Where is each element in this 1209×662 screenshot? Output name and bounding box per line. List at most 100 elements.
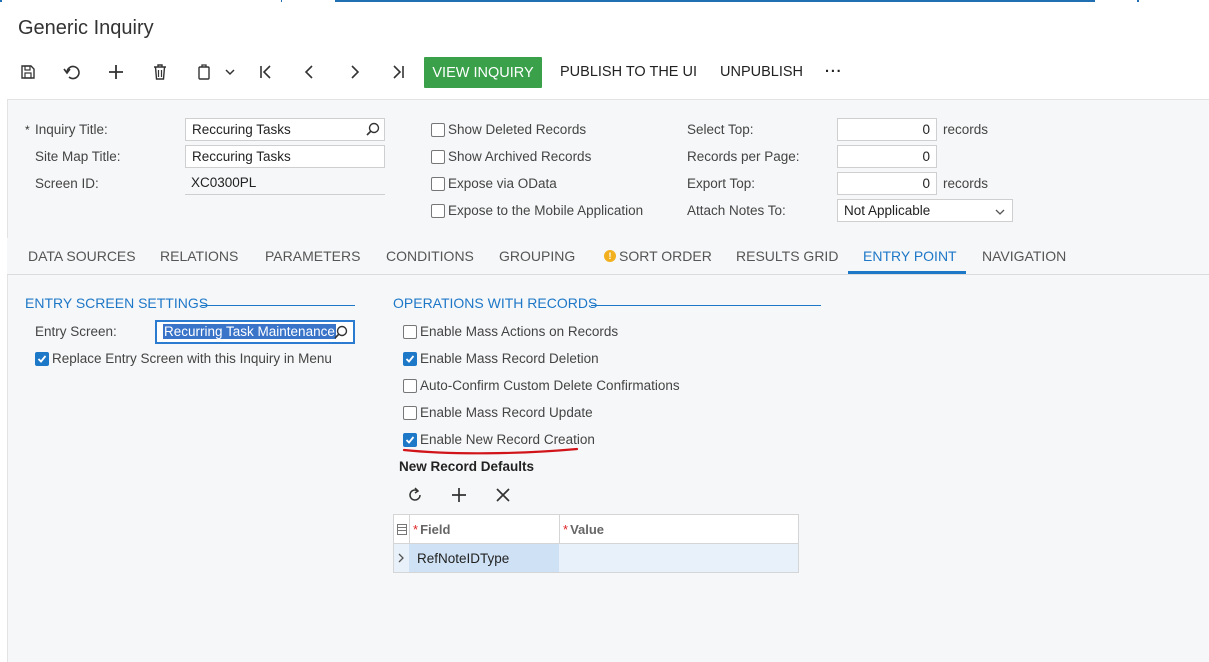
replace-entry-screen-checkbox[interactable]: Replace Entry Screen with this Inquiry i…: [35, 351, 332, 366]
tab-sort-order[interactable]: ! SORT ORDER: [604, 238, 712, 274]
entry-screen-value: Recurring Task Maintenance: [163, 324, 336, 339]
export-top-unit: records: [943, 176, 989, 191]
checkbox-box[interactable]: [431, 203, 445, 218]
top-accent-line: [0, 0, 1209, 2]
expose-mobile-checkbox[interactable]: Expose to the Mobile Application: [431, 203, 643, 218]
delete-row-icon[interactable]: [494, 486, 512, 506]
last-record-icon[interactable]: [388, 56, 408, 88]
export-top-value: 0: [922, 176, 930, 191]
copy-paste-icon[interactable]: [194, 56, 238, 88]
checkbox-box[interactable]: [431, 176, 445, 191]
expose-mobile-label: Expose to the Mobile Application: [448, 203, 644, 218]
screen-id-field: XC0300PL: [185, 172, 385, 195]
more-actions-button[interactable]: ···: [825, 56, 843, 88]
show-deleted-label: Show Deleted Records: [448, 122, 587, 137]
required-mark: *: [413, 522, 419, 537]
toolbar: VIEW INQUIRY PUBLISH TO THE UI UNPUBLISH…: [0, 56, 1209, 88]
tab-parameters[interactable]: PARAMETERS: [265, 238, 360, 274]
entry-screen-field[interactable]: Recurring Task Maintenance: [155, 320, 355, 344]
export-top-field[interactable]: 0: [837, 172, 937, 195]
site-map-title-field[interactable]: Reccuring Tasks: [185, 145, 385, 168]
enable-new-record-checkbox[interactable]: Enable New Record Creation: [403, 432, 595, 447]
show-archived-checkbox[interactable]: Show Archived Records: [431, 149, 591, 164]
table-cell-field[interactable]: RefNoteIDType: [409, 544, 559, 572]
select-top-field[interactable]: 0: [837, 118, 937, 141]
row-expand-icon[interactable]: [397, 552, 405, 567]
checkbox-box[interactable]: [431, 149, 445, 164]
page-title: Generic Inquiry: [18, 17, 154, 39]
inquiry-title-value: Reccuring Tasks: [192, 122, 291, 137]
delete-icon[interactable]: [150, 56, 170, 88]
select-top-unit: records: [943, 122, 989, 137]
tab-results-grid[interactable]: RESULTS GRID: [736, 238, 838, 274]
column-header-field-label: Field: [420, 522, 451, 537]
checkbox-box[interactable]: [431, 122, 445, 137]
enable-mass-actions-label: Enable Mass Actions on Records: [420, 324, 619, 339]
checkbox-box[interactable]: [403, 378, 417, 393]
chevron-down-icon: [995, 205, 1005, 220]
column-settings-icon[interactable]: [397, 515, 407, 544]
enable-mass-deletion-checkbox[interactable]: Enable Mass Record Deletion: [403, 351, 599, 366]
previous-record-icon[interactable]: [300, 56, 320, 88]
first-record-icon[interactable]: [256, 56, 276, 88]
add-row-icon[interactable]: [450, 486, 468, 506]
auto-confirm-label: Auto-Confirm Custom Delete Confirmations: [420, 378, 680, 393]
checkbox-box[interactable]: [403, 324, 417, 339]
new-record-defaults-grid: * Field * Value RefNoteIDType: [393, 514, 799, 573]
tab-data-sources[interactable]: DATA SOURCES: [28, 238, 136, 274]
enable-mass-update-checkbox[interactable]: Enable Mass Record Update: [403, 405, 593, 420]
tab-bar: DATA SOURCES RELATIONS PARAMETERS CONDIT…: [7, 238, 1209, 275]
entry-screen-label: Entry Screen:: [35, 324, 117, 339]
tab-grouping[interactable]: GROUPING: [499, 238, 575, 274]
publish-to-ui-button[interactable]: PUBLISH TO THE UI: [560, 56, 697, 88]
enable-mass-update-label: Enable Mass Record Update: [420, 405, 593, 420]
checkmark-icon[interactable]: [35, 351, 49, 366]
expose-odata-checkbox[interactable]: Expose via OData: [431, 176, 557, 191]
checkmark-icon[interactable]: [403, 351, 417, 366]
column-header-field[interactable]: * Field: [413, 515, 450, 544]
replace-entry-screen-label: Replace Entry Screen with this Inquiry i…: [52, 351, 332, 366]
refresh-icon[interactable]: [406, 486, 424, 506]
tab-sort-order-label: SORT ORDER: [619, 248, 712, 264]
required-mark: *: [563, 522, 569, 537]
enable-new-record-label: Enable New Record Creation: [420, 432, 595, 447]
tab-navigation[interactable]: NAVIGATION: [982, 238, 1066, 274]
column-header-value[interactable]: * Value: [563, 515, 604, 544]
attach-notes-select[interactable]: Not Applicable: [837, 199, 1013, 222]
tab-relations[interactable]: RELATIONS: [160, 238, 238, 274]
enable-mass-actions-checkbox[interactable]: Enable Mass Actions on Records: [403, 324, 618, 339]
tab-conditions[interactable]: CONDITIONS: [386, 238, 474, 274]
export-top-label: Export Top:: [687, 176, 756, 191]
new-record-defaults-header: New Record Defaults: [399, 459, 535, 474]
records-per-page-field[interactable]: 0: [837, 145, 937, 168]
add-icon[interactable]: [106, 56, 126, 88]
required-mark: *: [25, 123, 30, 137]
attach-notes-label: Attach Notes To:: [687, 203, 786, 218]
table-cell-value[interactable]: [560, 544, 798, 572]
undo-icon[interactable]: [62, 56, 82, 88]
show-deleted-checkbox[interactable]: Show Deleted Records: [431, 122, 586, 137]
checkmark-icon[interactable]: [403, 432, 417, 447]
inquiry-title-field[interactable]: Reccuring Tasks: [185, 118, 385, 141]
search-icon[interactable]: [366, 122, 380, 139]
show-archived-label: Show Archived Records: [448, 149, 592, 164]
section-divider: [201, 305, 355, 306]
auto-confirm-checkbox[interactable]: Auto-Confirm Custom Delete Confirmations: [403, 378, 680, 393]
save-icon[interactable]: [18, 56, 38, 88]
column-header-value-label: Value: [570, 522, 605, 537]
records-per-page-label: Records per Page:: [687, 149, 800, 164]
section-divider: [591, 305, 821, 306]
next-record-icon[interactable]: [344, 56, 364, 88]
select-top-value: 0: [922, 122, 930, 137]
view-inquiry-button[interactable]: VIEW INQUIRY: [424, 57, 542, 88]
records-per-page-value: 0: [922, 149, 930, 164]
site-map-title-value: Reccuring Tasks: [192, 149, 291, 164]
active-tab-indicator: [848, 271, 966, 274]
attach-notes-value: Not Applicable: [844, 203, 931, 218]
checkbox-box[interactable]: [403, 405, 417, 420]
tab-entry-point[interactable]: ENTRY POINT: [863, 238, 957, 274]
unpublish-button[interactable]: UNPUBLISH: [720, 56, 803, 88]
screen-id-value: XC0300PL: [191, 175, 257, 190]
warning-icon: !: [604, 250, 616, 262]
search-icon[interactable]: [334, 325, 348, 342]
